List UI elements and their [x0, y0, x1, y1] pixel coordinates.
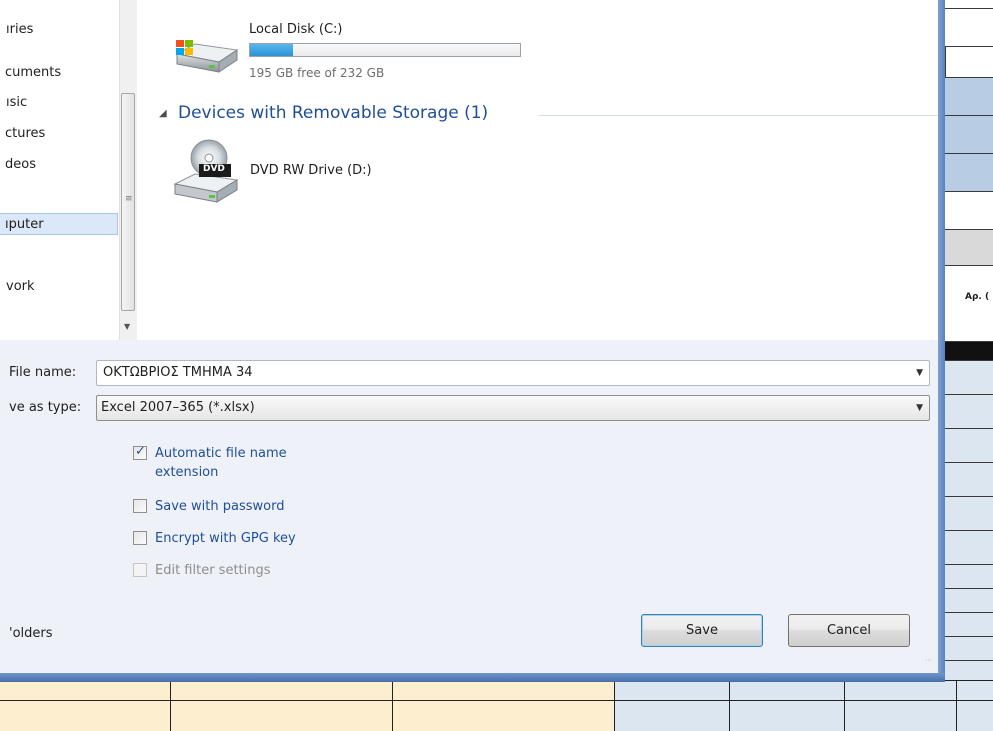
file-name-combobox[interactable]: ΟΚΤΩΒΡΙΟΣ ΤΜΗΜΑ 34 ▼ — [96, 360, 930, 386]
nav-item-label: cuments — [5, 65, 62, 80]
encrypt-gpg-label[interactable]: Encrypt with GPG key — [155, 529, 296, 548]
sheet-cell[interactable] — [945, 115, 993, 153]
sheet-cell[interactable] — [945, 636, 993, 660]
nav-item-network[interactable]: vork — [6, 276, 35, 298]
sheet-cell[interactable] — [945, 462, 993, 496]
option-label-line1: Automatic file name — [155, 446, 287, 461]
sheet-cell[interactable] — [945, 46, 993, 77]
nav-item-music[interactable]: ısic — [6, 92, 27, 114]
chevron-down-icon[interactable]: ▼ — [916, 403, 923, 413]
save-as-dialog: ıries cuments ısic ctures deos ıputer vo… — [0, 0, 945, 682]
nav-item-computer[interactable]: ıputer — [0, 213, 118, 235]
save-as-type-value: Excel 2007–365 (*.xlsx) — [101, 400, 255, 415]
content-pane: Local Disk (C:) 195 GB free of 232 GB ◢ … — [137, 0, 938, 340]
local-disk-name[interactable]: Local Disk (C:) — [249, 22, 342, 37]
save-with-password-checkbox[interactable] — [133, 499, 147, 513]
dialog-frame-right — [938, 0, 945, 682]
local-disk-capacity-bar — [249, 43, 521, 57]
nav-item-label: ısic — [6, 95, 28, 110]
encrypt-gpg-checkbox[interactable] — [133, 531, 147, 545]
sheet-cell[interactable] — [729, 680, 844, 731]
sheet-cell[interactable] — [392, 680, 614, 731]
nav-item-libraries[interactable]: ıries — [6, 19, 33, 41]
sheet-cell[interactable] — [945, 612, 993, 636]
sheet-cell[interactable] — [945, 428, 993, 462]
nav-item-pictures[interactable]: ctures — [5, 123, 45, 145]
sheet-cell[interactable] — [945, 394, 993, 428]
sheet-header-cell[interactable]: Αρ. ( — [945, 265, 993, 341]
removable-storage-group-header[interactable]: Devices with Removable Storage (1) — [178, 103, 488, 123]
edit-filter-settings-label: Edit filter settings — [155, 563, 271, 578]
sheet-cell[interactable] — [956, 680, 993, 731]
nav-scrollbar-thumb[interactable]: ≡ — [121, 93, 135, 311]
sheet-cell[interactable] — [945, 229, 993, 265]
nav-item-label: ctures — [5, 126, 46, 141]
nav-item-videos[interactable]: deos — [5, 154, 36, 176]
sheet-cell[interactable] — [170, 680, 392, 731]
dvd-badge: DVD — [203, 164, 225, 174]
sheet-cell[interactable] — [945, 564, 993, 588]
sheet-cell[interactable] — [945, 8, 993, 46]
nav-item-label: vork — [6, 279, 35, 294]
dvd-drive-name[interactable]: DVD RW Drive (D:) — [250, 163, 372, 178]
dialog-body: ıries cuments ısic ctures deos ıputer vo… — [0, 0, 938, 673]
save-form: File name: ΟΚΤΩΒΡΙΟΣ ΤΜΗΜΑ 34 ▼ ve as ty… — [0, 340, 938, 673]
automatic-extension-checkbox[interactable] — [133, 444, 147, 460]
local-disk-free-space: 195 GB free of 232 GB — [249, 66, 385, 80]
edit-filter-settings-checkbox — [133, 563, 147, 577]
sheet-cell[interactable] — [945, 588, 993, 612]
sheet-cell[interactable] — [844, 680, 956, 731]
save-with-password-label[interactable]: Save with password — [155, 497, 284, 516]
navigation-pane: ıries cuments ısic ctures deos ıputer vo… — [0, 0, 119, 340]
cancel-button[interactable]: Cancel — [788, 614, 910, 647]
group-divider — [539, 115, 938, 116]
nav-item-label: deos — [5, 157, 36, 172]
scroll-down-arrow-icon[interactable]: ▼ — [124, 322, 130, 331]
dvd-drive-icon: DVD — [171, 138, 241, 212]
nav-item-documents[interactable]: cuments — [5, 62, 61, 84]
resize-grip-icon[interactable]: ⋯ — [925, 656, 932, 664]
capacity-fill — [250, 44, 294, 56]
automatic-extension-label[interactable]: Automatic file name extension — [155, 444, 287, 482]
chevron-down-icon[interactable]: ▼ — [916, 368, 923, 378]
sheet-cell[interactable] — [945, 496, 993, 530]
nav-scrollbar[interactable]: ≡ ▼ — [119, 0, 136, 340]
dialog-frame-bottom — [0, 673, 945, 682]
sheet-cell[interactable] — [0, 680, 170, 731]
hide-folders-toggle[interactable]: 'olders — [9, 626, 53, 641]
save-as-type-label: ve as type: — [9, 400, 82, 415]
nav-item-label: ıputer — [5, 217, 44, 232]
sheet-cell[interactable] — [945, 153, 993, 191]
sheet-cell[interactable] — [614, 680, 729, 731]
sheet-header-label: Αρ. ( — [965, 292, 990, 302]
file-name-input[interactable]: ΟΚΤΩΒΡΙΟΣ ΤΜΗΜΑ 34 — [103, 365, 253, 380]
sheet-cell[interactable] — [945, 530, 993, 564]
sheet-row-line — [0, 700, 993, 701]
option-label-line2: extension — [155, 465, 219, 480]
sheet-cell[interactable] — [945, 77, 993, 115]
spreadsheet-bottom-rows — [0, 680, 993, 731]
collapse-triangle-icon[interactable]: ◢ — [159, 108, 167, 119]
save-as-type-select[interactable]: Excel 2007–365 (*.xlsx) ▼ — [96, 395, 930, 421]
nav-item-label: ıries — [6, 22, 34, 37]
sheet-cell[interactable] — [945, 191, 993, 229]
save-button[interactable]: Save — [641, 614, 763, 647]
sheet-cell[interactable] — [945, 360, 993, 394]
scroll-grip-icon: ≡ — [125, 194, 133, 204]
file-name-label: File name: — [9, 365, 77, 380]
hard-disk-icon — [173, 36, 241, 80]
sheet-row-black — [945, 341, 993, 360]
